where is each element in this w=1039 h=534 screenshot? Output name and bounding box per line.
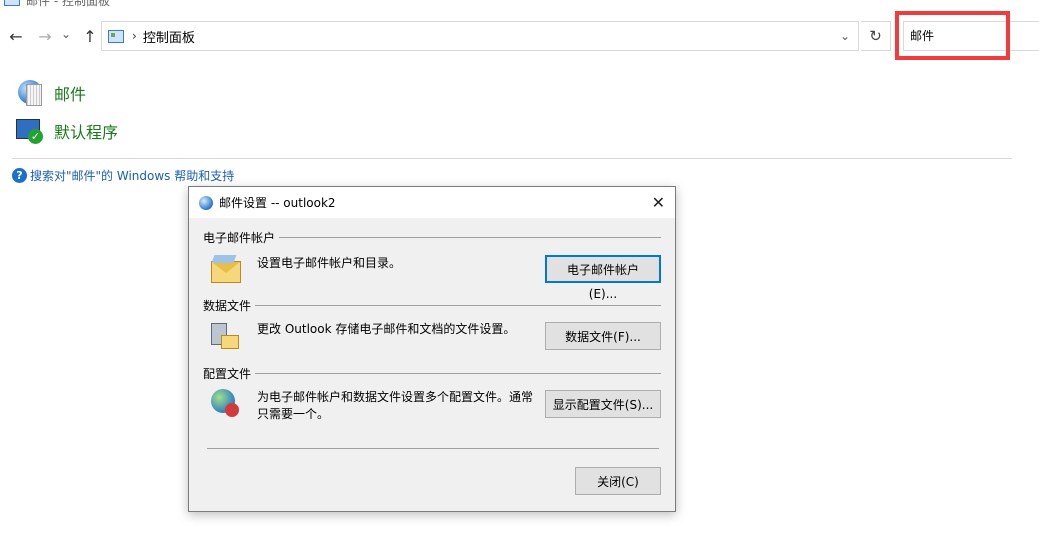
result-default-programs[interactable]: ✓ 默认程序	[14, 117, 118, 145]
refresh-button[interactable]: ↻	[861, 21, 891, 51]
dialog-title: 邮件设置 -- outlook2	[219, 196, 336, 210]
help-icon: ?	[12, 168, 27, 183]
show-profiles-button[interactable]: 显示配置文件(S)...	[545, 390, 661, 418]
help-link[interactable]: ? 搜索对"邮件"的 Windows 帮助和支持	[12, 167, 234, 184]
close-icon[interactable]: ✕	[652, 193, 665, 212]
divider	[12, 158, 1012, 159]
search-box-end	[1010, 21, 1039, 51]
section-profiles: 配置文件	[203, 365, 661, 382]
section-description: 为电子邮件帐户和数据文件设置多个配置文件。通常只需要一个。	[257, 390, 534, 421]
control-panel-icon	[108, 29, 124, 43]
email-accounts-button[interactable]: 电子邮件帐户(E)...	[545, 255, 661, 301]
mail-settings-icon	[14, 78, 44, 108]
default-programs-icon: ✓	[14, 117, 44, 145]
breadcrumb-control-panel[interactable]: 控制面板	[143, 27, 195, 46]
section-description: 更改 Outlook 存储电子邮件和文档的文件设置。	[257, 322, 516, 336]
result-default-programs-label[interactable]: 默认程序	[54, 119, 118, 143]
result-mail[interactable]: 邮件	[14, 78, 86, 108]
highlight-box	[895, 11, 1010, 60]
help-link-text[interactable]: 搜索对"邮件"的 Windows 帮助和支持	[30, 167, 234, 184]
dialog-title-bar: 邮件设置 -- outlook2 ✕	[189, 187, 675, 218]
window-title-bar: 邮件 - 控制面板	[0, 0, 110, 8]
breadcrumb-separator: ›	[132, 29, 137, 43]
address-bar[interactable]: › 控制面板 ⌄	[101, 21, 859, 51]
mail-icon	[199, 195, 213, 210]
section-email-accounts: 电子邮件帐户	[203, 229, 661, 246]
recent-locations-icon[interactable]: ⌄	[59, 24, 73, 44]
forward-icon[interactable]: →	[35, 26, 55, 46]
envelope-icon	[209, 255, 243, 285]
data-file-icon	[209, 321, 243, 351]
profile-icon	[211, 389, 245, 419]
chevron-down-icon[interactable]: ⌄	[840, 29, 850, 43]
window-title: 邮件 - 控制面板	[26, 0, 110, 8]
section-description: 设置电子邮件帐户和目录。	[257, 256, 402, 270]
up-icon[interactable]: ↑	[80, 26, 100, 46]
section-heading: 数据文件	[203, 299, 252, 313]
section-heading: 电子邮件帐户	[203, 231, 276, 245]
section-heading: 配置文件	[203, 367, 252, 381]
control-panel-icon	[4, 0, 20, 6]
mail-setup-dialog: 邮件设置 -- outlook2 ✕ 电子邮件帐户 设置电子邮件帐户和目录。 电…	[188, 186, 676, 512]
data-files-button[interactable]: 数据文件(F)...	[545, 322, 661, 350]
divider	[207, 448, 659, 449]
result-mail-label[interactable]: 邮件	[54, 81, 86, 105]
section-data-files: 数据文件	[203, 297, 661, 314]
close-button[interactable]: 关闭(C)	[575, 467, 661, 495]
back-icon[interactable]: ←	[6, 26, 26, 46]
